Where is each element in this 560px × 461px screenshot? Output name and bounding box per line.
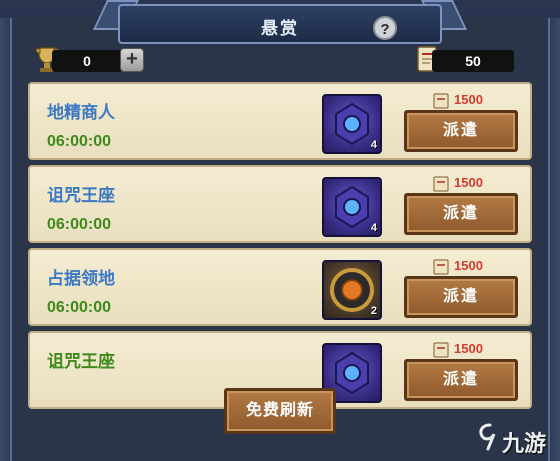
cost-value: 1500 (454, 92, 483, 107)
dispatch-button[interactable]: 派遣 (404, 110, 518, 152)
quest-row: 地精商人 06:00:00 4 1500 派遣 (28, 82, 532, 160)
quest-timer: 06:00:00 (47, 299, 112, 316)
add-button[interactable]: + (120, 48, 144, 72)
quest-name: 诅咒王座 (47, 352, 115, 371)
quest-timer: 06:00:00 (47, 133, 112, 150)
cost-value: 1500 (454, 175, 483, 190)
cost: 1500 (432, 258, 483, 276)
purple-rune-icon[interactable]: 4 (322, 177, 382, 237)
cost: 1500 (432, 341, 483, 359)
quest-list[interactable]: 地精商人 06:00:00 4 1500 派遣 诅咒王座 06:00:00 4 … (28, 80, 532, 432)
scroll-icon (433, 259, 449, 275)
nine-game-logo-icon (479, 423, 496, 451)
item-quantity: 4 (370, 139, 377, 151)
quest-name: 地精商人 (47, 103, 115, 122)
quest-row: 占据领地 06:00:00 2 1500 派遣 (28, 248, 532, 326)
cost: 1500 (432, 92, 483, 110)
cost: 1500 (432, 175, 483, 193)
cost-value: 1500 (454, 258, 483, 273)
scroll-icon (433, 342, 449, 358)
quest-name: 占据领地 (47, 269, 115, 288)
item-quantity: 4 (370, 222, 377, 234)
free-refresh-button[interactable]: 免费刷新 (224, 388, 336, 434)
help-button[interactable]: ? (373, 16, 397, 40)
scroll-icon (433, 176, 449, 192)
watermark-text: 九游 (502, 431, 547, 456)
bounty-window: 悬赏 ? 0 + 50 地精商人 06:00:00 4 1500 派遣 诅咒王座… (0, 0, 560, 461)
quest-row: 诅咒王座 06:00:00 4 1500 派遣 (28, 165, 532, 243)
gold-rune-icon[interactable]: 2 (322, 260, 382, 320)
dispatch-button[interactable]: 派遣 (404, 276, 518, 318)
quest-timer: 06:00:00 (47, 216, 112, 233)
dispatch-button[interactable]: 派遣 (404, 359, 518, 401)
trophy-counter: 0 (52, 50, 122, 72)
window-title: 悬赏 (261, 19, 299, 38)
watermark: 九游 (476, 420, 560, 458)
purple-rune-icon[interactable]: 4 (322, 94, 382, 154)
scroll-counter: 50 (432, 50, 514, 72)
dispatch-button[interactable]: 派遣 (404, 193, 518, 235)
scroll-icon (433, 93, 449, 109)
item-quantity: 2 (370, 305, 377, 317)
quest-name: 诅咒王座 (47, 186, 115, 205)
cost-value: 1500 (454, 341, 483, 356)
